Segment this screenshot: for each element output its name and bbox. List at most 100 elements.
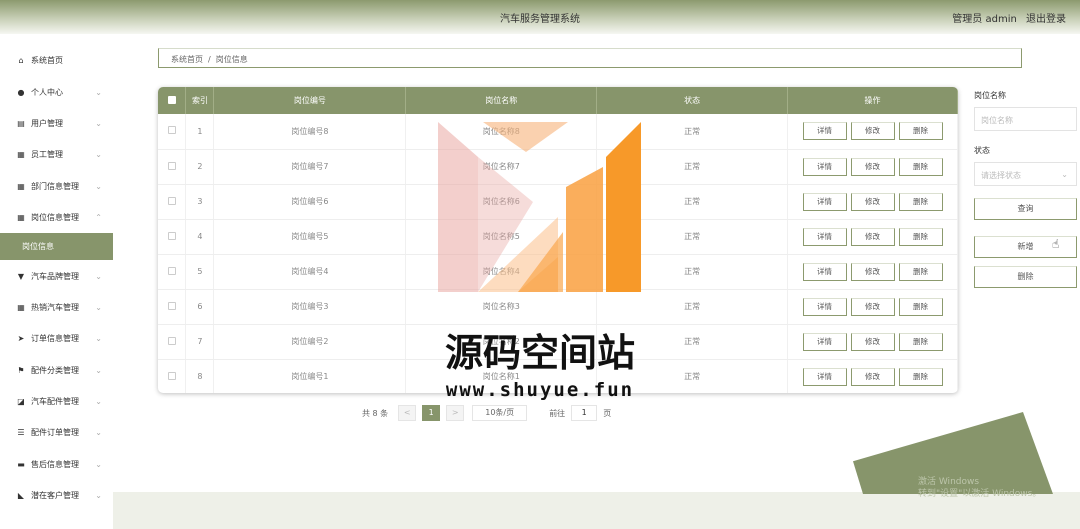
status-select[interactable]: 请选择状态 ⌄ [974,162,1077,186]
row-checkbox[interactable] [167,196,176,205]
chevron-down-icon: ⌄ [95,428,102,438]
row-code: 岗位编号4 [213,254,407,290]
sidebar-item-home[interactable]: ⌂ 系统首页 [0,45,113,76]
column-header-name: 岗位名称 [405,87,598,114]
breadcrumb-current: 岗位信息 [215,55,248,64]
row-checkbox[interactable] [167,301,176,310]
sidebar-item-label: 岗位信息管理 [31,213,79,223]
pagination-next-button[interactable]: > [446,405,465,421]
row-select-cell [158,184,187,220]
list-icon: ☰ [17,428,25,438]
grid-icon: ▦ [17,213,25,223]
row-select-cell [158,289,187,325]
detail-button[interactable]: 详情 [802,297,847,316]
pagination-page-current[interactable]: 1 [422,405,441,421]
row-delete-button[interactable]: 删除 [898,297,943,316]
sidebar-item-label: 部门信息管理 [31,181,79,191]
grid-icon: ▦ [17,302,25,312]
pagination-page-size-select[interactable]: 10条/页 [472,405,528,421]
chevron-down-icon: ⌄ [95,181,102,191]
sidebar-item-after-sales[interactable]: ▬ 售后信息管理 ⌄ [0,449,113,480]
select-all-checkbox[interactable] [167,95,176,104]
row-actions: 详情 修改 删除 [787,149,958,185]
row-delete-button[interactable]: 删除 [898,262,943,281]
column-header-code: 岗位编号 [213,87,407,114]
search-panel: 岗位名称 岗位名称 状态 请选择状态 ⌄ 查询 新增 删除 [974,90,1077,288]
add-button[interactable]: 新增 [974,236,1077,258]
row-delete-button[interactable]: 删除 [898,157,943,176]
row-code: 岗位编号7 [213,149,407,185]
column-header-status: 状态 [596,87,789,114]
sidebar-item-hot-cars[interactable]: ▦ 热销汽车管理 ⌄ [0,292,113,323]
sidebar-item-personal[interactable]: ● 个人中心 ⌄ [0,76,113,107]
sidebar-item-staff[interactable]: ▦ 员工管理 ⌄ [0,139,113,170]
chevron-down-icon: ⌄ [95,150,102,160]
breadcrumb-separator: / [208,55,211,64]
windows-activation-notice: 激活 Windows 转到"设置"以激活 Windows。 [918,476,1041,500]
watermark-logo-icon [438,122,641,292]
pagination-page-unit: 页 [603,408,612,418]
pagination-goto-input[interactable]: 1 [571,405,598,421]
sidebar-item-label: 员工管理 [31,150,63,160]
row-index: 3 [185,184,215,220]
detail-button[interactable]: 详情 [802,262,847,281]
edit-button[interactable]: 修改 [850,192,895,211]
edit-button[interactable]: 修改 [850,157,895,176]
row-code: 岗位编号3 [213,289,407,325]
detail-button[interactable]: 详情 [802,227,847,246]
table-header-row: 索引 岗位编号 岗位名称 状态 操作 [158,87,958,114]
sidebar-item-label: 系统首页 [31,56,63,66]
sidebar-item-car-brand[interactable]: ▼ 汽车品牌管理 ⌄ [0,260,113,291]
status-label: 状态 [974,146,990,155]
position-name-label: 岗位名称 [974,91,1006,100]
edit-button[interactable]: 修改 [850,227,895,246]
sidebar-item-label: 潜在客户管理 [31,491,79,501]
sidebar-item-position[interactable]: ▦ 岗位信息管理 ⌃ [0,202,113,233]
chevron-down-icon: ⌄ [95,491,102,501]
row-actions: 详情 修改 删除 [787,114,958,150]
sidebar-item-potential-customers[interactable]: ◣ 潜在客户管理 ⌄ [0,480,113,511]
row-status: 正常 [596,289,789,325]
sidebar-item-label: 配件订单管理 [31,428,79,438]
column-header-index: 索引 [185,87,215,114]
sidebar-item-users[interactable]: ▤ 用户管理 ⌄ [0,108,113,139]
breadcrumb-home[interactable]: 系统首页 [171,55,203,64]
row-delete-button[interactable]: 删除 [898,122,943,141]
edit-button[interactable]: 修改 [850,122,895,141]
query-button[interactable]: 查询 [974,198,1077,220]
detail-button[interactable]: 详情 [802,157,847,176]
row-delete-button[interactable]: 删除 [898,227,943,246]
clipboard-icon: ▤ [17,118,25,128]
table-row[interactable]: 6 岗位编号3 岗位名称3 正常 详情 修改 删除 [158,289,958,325]
row-checkbox[interactable] [167,231,176,240]
detail-button[interactable]: 详情 [802,192,847,211]
windows-activation-title: 激活 Windows [918,477,980,487]
delete-button[interactable]: 删除 [974,266,1077,288]
sidebar-item-label: 个人中心 [31,87,63,97]
sidebar-item-department[interactable]: ▦ 部门信息管理 ⌄ [0,171,113,202]
detail-button[interactable]: 详情 [802,122,847,141]
user-area: 管理员 admin 退出登录 [952,10,1066,25]
status-select-placeholder: 请选择状态 [981,171,1021,180]
position-name-input[interactable]: 岗位名称 [974,107,1077,131]
chevron-down-icon: ⌄ [95,118,102,128]
user-icon: ● [17,87,25,97]
row-delete-button[interactable]: 删除 [898,192,943,211]
row-select-cell [158,219,187,255]
sidebar-item-part-orders[interactable]: ☰ 配件订单管理 ⌄ [0,417,113,448]
pagination-prev-button[interactable]: < [398,405,417,421]
edit-button[interactable]: 修改 [850,297,895,316]
row-checkbox[interactable] [167,161,176,170]
row-index: 1 [185,114,215,150]
watermark-text: 源码空间站 [444,331,635,375]
logout-link[interactable]: 退出登录 [1026,14,1066,25]
row-checkbox[interactable] [167,126,176,135]
row-code: 岗位编号6 [213,184,407,220]
row-checkbox[interactable] [167,266,176,275]
watermark-url: www.shuyue.fun [445,379,635,401]
row-actions: 详情 修改 删除 [787,254,958,290]
select-all-header [158,87,187,114]
edit-button[interactable]: 修改 [850,262,895,281]
trophy-icon: ▼ [17,271,25,281]
sidebar-subitem-position-info[interactable]: 岗位信息 [0,233,113,261]
